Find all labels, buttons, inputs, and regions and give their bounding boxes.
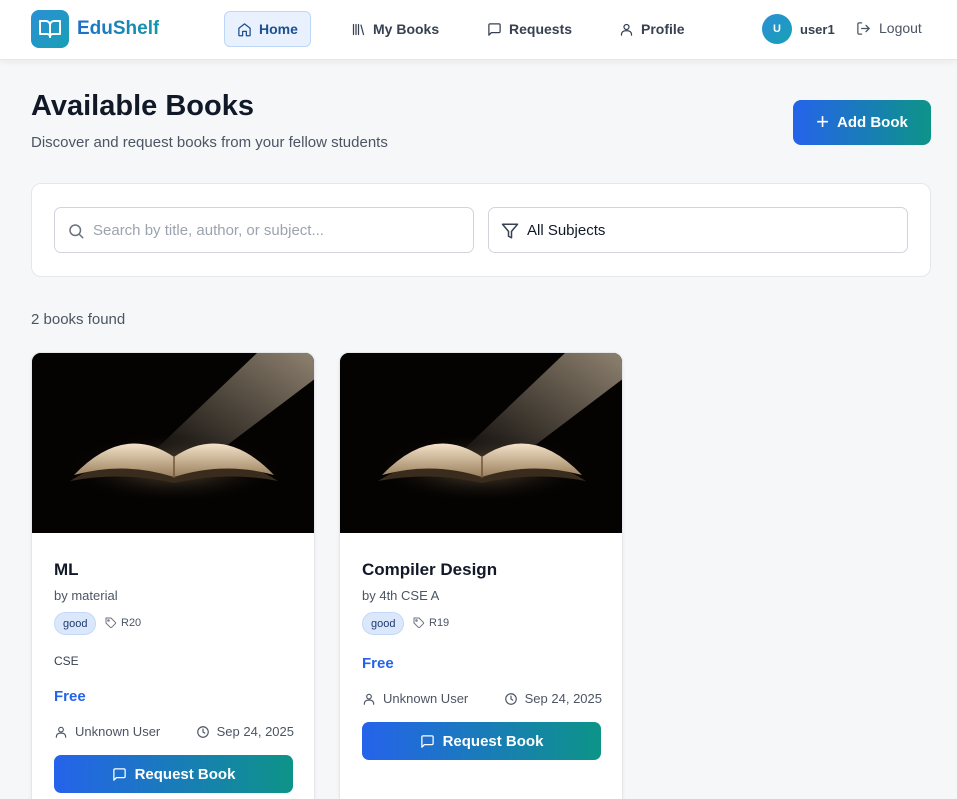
date-info: Sep 24, 2025 xyxy=(196,724,294,739)
request-book-label: Request Book xyxy=(134,765,236,783)
date-info: Sep 24, 2025 xyxy=(504,691,602,706)
user-icon xyxy=(55,726,67,738)
brand-name: EduShelf xyxy=(77,18,160,39)
user-icon xyxy=(620,23,633,36)
nav-requests[interactable]: Requests xyxy=(475,11,584,47)
subject-filter-value: All Subjects xyxy=(527,222,606,239)
book-cover-image xyxy=(340,353,622,533)
book-cover-image xyxy=(32,353,314,533)
brand[interactable]: EduShelf xyxy=(31,10,159,48)
nav-home[interactable]: Home xyxy=(224,11,311,47)
add-book-label: Add Book xyxy=(837,114,908,131)
book-subject: CSE xyxy=(54,654,79,668)
logout-icon xyxy=(857,21,870,35)
book-card: Compiler Design by 4th CSE A good R19 Fr… xyxy=(339,352,623,799)
message-square-icon xyxy=(112,767,126,781)
nav-profile-label: Profile xyxy=(641,21,685,37)
avatar[interactable]: U xyxy=(762,14,792,44)
nav-my-books[interactable]: My Books xyxy=(339,11,451,47)
owner-info: Unknown User xyxy=(54,724,160,739)
owner-name: Unknown User xyxy=(75,724,161,739)
clock-icon xyxy=(196,725,209,738)
condition-badge: good xyxy=(54,612,97,635)
filter-panel: All Subjects xyxy=(31,183,931,277)
owner-name: Unknown User xyxy=(383,691,469,706)
open-book-icon xyxy=(31,10,69,48)
search-icon xyxy=(69,224,84,239)
request-book-label: Request Book xyxy=(442,732,544,750)
user-icon xyxy=(363,693,375,705)
condition-badge: good xyxy=(362,612,405,635)
page-title: Available Books xyxy=(31,90,254,122)
logout-label: Logout xyxy=(879,20,922,36)
nav-profile[interactable]: Profile xyxy=(607,11,697,47)
add-book-button[interactable]: + Add Book xyxy=(793,100,931,145)
top-navbar: EduShelf Home My Books Requests Profile … xyxy=(0,0,957,60)
regulation-tag: R19 xyxy=(413,617,449,629)
search-input[interactable] xyxy=(93,208,463,252)
owner-info: Unknown User xyxy=(362,691,468,706)
book-title: Compiler Design xyxy=(362,560,498,579)
username: user1 xyxy=(800,22,835,37)
regulation-tag: R20 xyxy=(105,617,141,629)
page-subtitle: Discover and request books from your fel… xyxy=(31,134,388,151)
message-square-icon xyxy=(420,734,434,748)
filter-icon xyxy=(501,223,519,239)
book-price: Free xyxy=(362,655,394,672)
book-author: by material xyxy=(54,588,118,603)
listed-date: Sep 24, 2025 xyxy=(216,724,294,739)
nav-requests-label: Requests xyxy=(509,21,573,37)
nav-home-label: Home xyxy=(259,21,298,37)
request-book-button[interactable]: Request Book xyxy=(54,755,293,793)
book-author: by 4th CSE A xyxy=(362,588,440,603)
regulation-label: R19 xyxy=(429,617,450,629)
book-price: Free xyxy=(54,688,86,705)
nav-my-books-label: My Books xyxy=(373,21,440,37)
tag-icon xyxy=(413,617,425,629)
search-box[interactable] xyxy=(54,207,474,253)
results-count: 2 books found xyxy=(31,311,126,328)
book-meta: Unknown User Sep 24, 2025 xyxy=(362,691,602,706)
regulation-label: R20 xyxy=(121,617,142,629)
request-book-button[interactable]: Request Book xyxy=(362,722,601,760)
book-meta: Unknown User Sep 24, 2025 xyxy=(54,724,294,739)
book-title: ML xyxy=(54,560,79,579)
book-card: ML by material good R20 CSE Free Unknown… xyxy=(31,352,315,799)
logout-button[interactable]: Logout xyxy=(856,20,922,36)
library-icon xyxy=(352,23,365,35)
listed-date: Sep 24, 2025 xyxy=(524,691,602,706)
clock-icon xyxy=(504,692,517,705)
tag-icon xyxy=(105,617,117,629)
plus-icon: + xyxy=(816,108,830,134)
message-square-icon xyxy=(488,22,501,36)
subject-filter-select[interactable]: All Subjects xyxy=(488,207,908,253)
home-icon xyxy=(238,22,251,36)
